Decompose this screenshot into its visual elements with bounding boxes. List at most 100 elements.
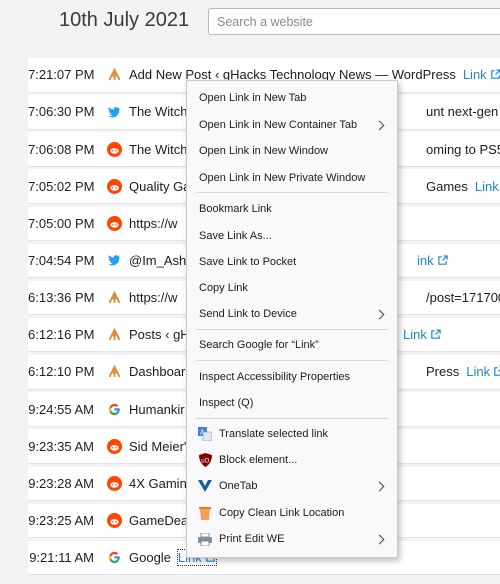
time-label: 6:12:10 PM — [28, 364, 95, 380]
ghacks-icon — [106, 364, 122, 380]
time-label: 9:21:11 AM — [29, 550, 94, 566]
menu-item-translate[interactable]: A Translate selected link — [187, 423, 397, 445]
menu-item-save-link-as[interactable]: Save Link As... — [187, 225, 397, 247]
link-button[interactable]: Link — [466, 364, 500, 379]
menu-separator — [196, 360, 388, 361]
time-label: 9:24:55 AM — [28, 401, 94, 417]
chevron-right-icon — [374, 481, 385, 491]
page-title-tail: unt next-gen upda — [426, 104, 500, 120]
page-title[interactable]: https://w — [129, 290, 177, 305]
svg-text:uO: uO — [201, 459, 209, 465]
external-link-icon — [437, 255, 448, 265]
menu-item-block-element[interactable]: uO Block element... — [187, 449, 397, 471]
page-title[interactable]: Google — [129, 550, 171, 565]
reddit-icon — [106, 215, 122, 231]
link-label: Link — [466, 364, 491, 380]
page-title-tail: oming to PS5, Xbo — [426, 141, 500, 157]
menu-label: Search Google for “Link” — [199, 339, 319, 351]
link-label: Link — [474, 178, 499, 194]
external-link-icon — [490, 69, 500, 80]
page-title-tail: /post=171700&acti — [426, 290, 500, 306]
menu-item-copy-link[interactable]: Copy Link — [187, 277, 397, 299]
time-label: 9:23:28 AM — [28, 475, 94, 491]
time-label: 9:23:25 AM — [28, 512, 94, 528]
menu-label: Open Link in New Container Tab — [199, 119, 358, 131]
time-label: 7:04:54 PM — [28, 252, 95, 268]
menu-label: Copy Link — [199, 282, 248, 294]
page-title[interactable]: GameDea — [129, 513, 188, 528]
twitter-icon — [106, 104, 122, 120]
menu-label: OneTab — [219, 480, 258, 492]
menu-item-open-new-window[interactable]: Open Link in New Window — [187, 140, 397, 162]
menu-label: Open Link in New Private Window — [199, 172, 366, 184]
menu-item-search-google[interactable]: Search Google for “Link” — [187, 334, 397, 356]
page-title[interactable]: Quality Ga — [129, 179, 190, 194]
menu-item-inspect[interactable]: Inspect (Q) — [187, 392, 397, 414]
link-button[interactable]: Link — [475, 179, 500, 194]
link-button[interactable]: ink — [417, 253, 448, 268]
reddit-icon — [106, 512, 122, 528]
page-title[interactable]: Sid Meier' — [129, 439, 186, 454]
menu-item-open-container-tab[interactable]: Open Link in New Container Tab — [187, 114, 397, 136]
menu-label: Send Link to Device — [199, 308, 297, 320]
menu-item-bookmark-link[interactable]: Bookmark Link — [187, 198, 397, 220]
menu-item-open-private-window[interactable]: Open Link in New Private Window — [187, 167, 397, 189]
ghacks-icon — [106, 67, 122, 83]
time-label: 7:05:02 PM — [28, 178, 95, 194]
reddit-icon — [106, 178, 122, 194]
ghacks-icon — [106, 327, 122, 343]
page-title[interactable]: Posts ‹ gH — [129, 327, 190, 342]
reddit-icon — [106, 475, 122, 491]
menu-label: Open Link in New Window — [199, 145, 329, 157]
time-label: 7:21:07 PM — [28, 67, 95, 83]
page-title-tail: Press — [426, 364, 460, 380]
page-title[interactable]: @Im_Ashv — [129, 253, 193, 268]
page-title[interactable]: Humankir — [129, 402, 185, 417]
page-title[interactable]: Dashboar — [129, 364, 185, 379]
external-link-icon — [431, 329, 441, 339]
menu-item-print-edit[interactable]: Print Edit WE — [187, 528, 397, 550]
page-title[interactable]: The Witch — [129, 104, 188, 119]
ghacks-icon — [106, 290, 122, 306]
page-title[interactable]: The Witch — [129, 142, 188, 157]
clean-link-icon — [198, 506, 212, 520]
time-label: 6:13:36 PM — [28, 290, 95, 306]
page-title[interactable]: https://w — [129, 216, 177, 231]
menu-item-onetab[interactable]: OneTab — [187, 475, 397, 497]
menu-separator — [196, 418, 388, 419]
link-label: ink — [417, 252, 434, 268]
menu-separator — [196, 192, 388, 193]
link-button[interactable]: Link — [463, 67, 500, 82]
time-label: 7:06:30 PM — [28, 104, 95, 120]
menu-item-copy-clean-link[interactable]: Copy Clean Link Location — [187, 502, 397, 524]
link-label: Link — [462, 67, 487, 83]
reddit-icon — [106, 141, 122, 157]
menu-label: Translate selected link — [219, 428, 329, 440]
print-edit-icon — [198, 532, 212, 546]
chevron-right-icon — [374, 534, 385, 544]
menu-label: Save Link to Pocket — [199, 256, 297, 268]
menu-item-open-new-tab[interactable]: Open Link in New Tab — [187, 87, 397, 109]
onetab-icon — [198, 479, 212, 493]
menu-item-send-link-to-device[interactable]: Send Link to Device — [187, 303, 397, 325]
menu-label: Open Link in New Tab — [199, 92, 307, 104]
page-title[interactable]: 4X Gaming — [129, 476, 194, 491]
page-title-tail: Games — [426, 178, 468, 194]
menu-item-save-to-pocket[interactable]: Save Link to Pocket — [187, 251, 397, 273]
google-icon — [106, 401, 122, 417]
menu-label: Copy Clean Link Location — [219, 507, 345, 519]
search-input[interactable] — [208, 8, 500, 35]
context-menu: Open Link in New Tab Open Link in New Co… — [186, 80, 398, 558]
reddit-icon — [106, 438, 122, 454]
chevron-right-icon — [374, 120, 385, 130]
external-link-icon — [494, 366, 500, 377]
translate-icon: A — [198, 427, 212, 441]
time-label: 7:06:08 PM — [28, 141, 95, 157]
time-label: 7:05:00 PM — [28, 215, 95, 231]
link-button[interactable]: Link — [403, 327, 441, 342]
google-icon — [106, 550, 122, 566]
menu-label: Bookmark Link — [199, 203, 272, 215]
menu-separator — [196, 329, 388, 330]
menu-item-inspect-accessibility[interactable]: Inspect Accessibility Properties — [187, 366, 397, 388]
menu-label: Inspect (Q) — [199, 397, 254, 409]
